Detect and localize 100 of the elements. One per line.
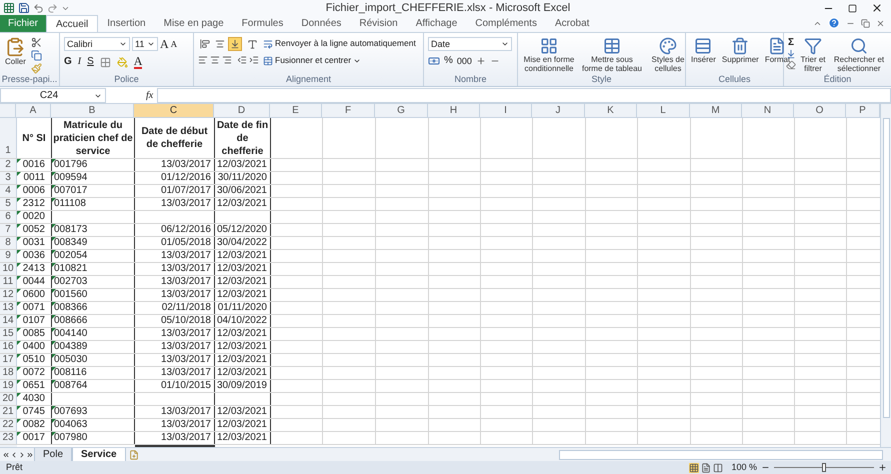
column-header[interactable]: H bbox=[428, 104, 480, 117]
undo-icon[interactable] bbox=[33, 2, 44, 14]
cut-icon[interactable] bbox=[30, 37, 42, 48]
text-orientation-icon[interactable] bbox=[247, 38, 258, 50]
redo-icon[interactable] bbox=[47, 2, 58, 14]
spreadsheet-logo-icon bbox=[3, 2, 15, 14]
ribbon-tab[interactable]: Acrobat bbox=[546, 15, 598, 32]
shrink-font-button[interactable]: A bbox=[170, 38, 178, 50]
ribbon-tab[interactable]: Mise en page bbox=[154, 15, 233, 32]
merge-center-button[interactable]: Fusionner et centrer bbox=[263, 54, 362, 67]
first-sheet-icon[interactable] bbox=[2, 450, 10, 458]
table-cell: 05/12/2020 bbox=[216, 224, 267, 235]
vertical-align-button[interactable] bbox=[198, 37, 212, 51]
ribbon-tab[interactable]: Révision bbox=[350, 15, 407, 32]
error-indicator-icon bbox=[52, 380, 56, 384]
normal-view-icon[interactable] bbox=[689, 462, 700, 472]
thousands-button[interactable]: 000 bbox=[456, 55, 472, 67]
font-size-field[interactable]: 11 bbox=[132, 37, 158, 51]
restore-icon[interactable] bbox=[848, 4, 857, 12]
column-header[interactable]: A bbox=[16, 104, 51, 117]
close-icon[interactable] bbox=[871, 2, 883, 14]
table-cell: 007017 bbox=[54, 185, 88, 196]
table-cell: 0016 bbox=[22, 159, 45, 170]
new-sheet-icon[interactable] bbox=[128, 450, 139, 460]
underline-button[interactable]: S bbox=[87, 56, 94, 68]
ribbon-tab[interactable]: Accueil bbox=[46, 15, 98, 32]
header-cell: Matricule du praticien chef de service bbox=[52, 118, 135, 158]
window-title: Fichier_import_CHEFFERIE.xlsx - Microsoft Excel bbox=[324, 0, 572, 16]
previous-sheet-icon[interactable] bbox=[10, 450, 18, 458]
ribbon-tab[interactable]: Formules bbox=[232, 15, 292, 32]
ribbon-button[interactable]: Trier et filtrer bbox=[798, 37, 828, 73]
sheet-tab[interactable]: Service bbox=[72, 448, 126, 462]
column-header[interactable]: K bbox=[585, 104, 637, 117]
ribbon-tab[interactable]: Affichage bbox=[406, 15, 466, 32]
delete-icon bbox=[731, 37, 750, 55]
table-cell: 011108 bbox=[54, 198, 86, 209]
column-header[interactable]: F bbox=[322, 104, 375, 117]
column-header[interactable]: L bbox=[637, 104, 690, 117]
ribbon-button[interactable]: Rechercher et sélectionner bbox=[830, 37, 888, 73]
column-header[interactable]: E bbox=[270, 104, 322, 117]
ribbon-button[interactable]: Supprimer bbox=[720, 37, 760, 64]
error-indicator-icon bbox=[52, 354, 56, 358]
column-header[interactable]: J bbox=[532, 104, 585, 117]
next-sheet-icon[interactable] bbox=[18, 450, 26, 458]
insert-rows-icon bbox=[694, 37, 712, 55]
table-cell: 008764 bbox=[54, 380, 88, 391]
bold-button[interactable]: G bbox=[64, 56, 72, 68]
table-cell: 13/03/2017 bbox=[160, 289, 211, 300]
table-cell: 008116 bbox=[54, 367, 87, 378]
ribbon-button[interactable]: Mettre sous forme de tableau bbox=[580, 37, 644, 73]
file-tab[interactable]: Fichier bbox=[0, 15, 46, 32]
decrease-indent-icon[interactable] bbox=[237, 55, 247, 65]
align-right-icon[interactable] bbox=[222, 55, 232, 65]
ribbon-tab[interactable]: Insertion bbox=[98, 15, 155, 32]
table-cell: 12/03/2021 bbox=[216, 263, 267, 274]
font-name-field[interactable]: Calibri bbox=[64, 37, 130, 51]
table-cell: 13/03/2017 bbox=[160, 250, 211, 261]
ribbon-button[interactable]: Mise en forme conditionnelle bbox=[522, 37, 576, 73]
column-header[interactable]: N bbox=[742, 104, 794, 117]
formula-input[interactable] bbox=[157, 88, 891, 103]
vertical-scrollbar[interactable] bbox=[880, 104, 891, 447]
autosum-button[interactable]: Σ bbox=[786, 37, 796, 48]
help-icon[interactable] bbox=[828, 17, 840, 29]
name-box[interactable]: C24 bbox=[0, 88, 106, 103]
error-indicator-icon bbox=[52, 367, 56, 371]
align-left-icon[interactable] bbox=[198, 55, 208, 65]
column-header[interactable]: I bbox=[480, 104, 532, 117]
horizontal-scrollbar[interactable] bbox=[558, 450, 883, 460]
font-color-button[interactable]: A bbox=[134, 55, 142, 69]
column-header[interactable]: G bbox=[375, 104, 428, 117]
vertical-align-button[interactable] bbox=[228, 37, 242, 51]
ribbon-tab[interactable]: Données bbox=[292, 15, 350, 32]
percent-button[interactable]: % bbox=[444, 55, 453, 67]
align-center-icon[interactable] bbox=[210, 55, 220, 65]
copy-icon[interactable] bbox=[30, 50, 42, 61]
page-layout-icon[interactable] bbox=[701, 462, 712, 472]
column-header[interactable]: C bbox=[134, 104, 214, 117]
italic-button[interactable]: I bbox=[78, 56, 82, 68]
borders-icon[interactable] bbox=[100, 56, 111, 68]
grow-font-button[interactable]: A bbox=[160, 38, 169, 50]
column-header[interactable]: M bbox=[690, 104, 742, 117]
page-break-icon[interactable] bbox=[713, 462, 724, 472]
wrap-text-button[interactable]: Renvoyer à la ligne automatiquement bbox=[263, 37, 416, 50]
column-header[interactable]: O bbox=[794, 104, 846, 117]
row-number: 19 bbox=[0, 380, 17, 392]
increase-decimal-icon[interactable] bbox=[476, 56, 486, 66]
error-indicator-icon bbox=[52, 341, 56, 345]
ribbon-button[interactable]: Coller bbox=[4, 37, 27, 66]
column-header[interactable]: D bbox=[214, 104, 270, 117]
save-icon[interactable] bbox=[18, 2, 30, 14]
zoom-in-icon[interactable] bbox=[878, 463, 887, 472]
increase-indent-icon[interactable] bbox=[249, 55, 259, 65]
ribbon-button[interactable]: Insérer bbox=[690, 37, 717, 64]
ribbon-button[interactable]: Styles de cellules bbox=[648, 37, 688, 73]
currency-icon[interactable] bbox=[428, 55, 440, 67]
number-format-field[interactable]: Date bbox=[428, 37, 512, 51]
last-sheet-icon[interactable] bbox=[26, 450, 34, 458]
sheet-tab[interactable]: Pole bbox=[34, 448, 72, 462]
fill-color-icon[interactable] bbox=[116, 56, 128, 68]
ribbon-tab[interactable]: Compléments bbox=[466, 15, 546, 32]
